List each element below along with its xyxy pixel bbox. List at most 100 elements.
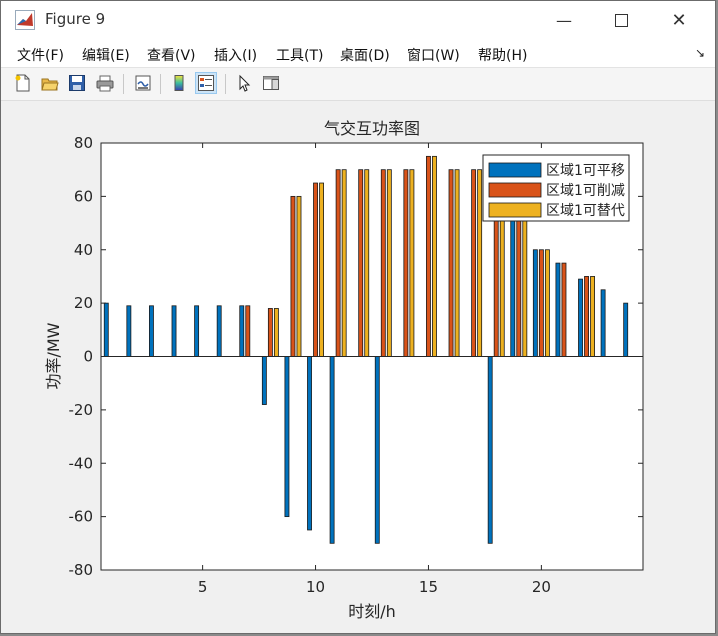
link-plot-button[interactable] [132, 72, 154, 94]
property-editor-button[interactable] [260, 72, 282, 94]
bar-series-2-x13 [380, 169, 386, 357]
bar-chart[interactable]: -80 -60 -40 -20 0 20 40 60 80 5 10 15 20 气交互功率图 时刻/h… [9, 101, 709, 629]
chart-title: 气交互功率图 [324, 119, 420, 138]
pointer-icon [239, 74, 251, 92]
legend-icon [198, 75, 214, 91]
figure-canvas: -80 -60 -40 -20 0 20 40 60 80 5 10 15 20 气交互功率图 时刻/h… [9, 101, 709, 629]
open-file-icon [41, 78, 59, 91]
y-tick-label: 40 [74, 241, 93, 259]
bar-series-3-x10 [319, 182, 324, 357]
bar-series-1-x7 [239, 305, 245, 357]
matlab-logo-icon [15, 10, 35, 30]
bar-series-1-x8 [261, 356, 267, 405]
new-figure-icon [15, 74, 30, 92]
open-file-button[interactable] [39, 72, 61, 94]
bar-series-2-x7 [245, 305, 251, 357]
legend-swatch-1 [488, 162, 542, 178]
y-tick-label: -60 [69, 508, 94, 526]
x-tick-label: 5 [198, 578, 208, 596]
bar-series-1-x10 [307, 356, 312, 531]
y-tick-label: -80 [69, 561, 94, 579]
maximize-button[interactable] [598, 1, 644, 39]
bar-series-1-x21 [555, 262, 561, 357]
close-button[interactable]: ✕ [656, 1, 702, 39]
menu-view[interactable]: 查看(V) [147, 45, 196, 65]
minimize-button[interactable]: — [541, 1, 587, 39]
toolbar-separator [225, 74, 226, 94]
legend-label-1: 区域1可平移 [546, 163, 625, 179]
bar-series-1-x18 [487, 356, 493, 544]
bar-series-2-x12 [358, 169, 364, 357]
bar-series-3-x13 [386, 169, 392, 357]
close-icon: ✕ [671, 9, 687, 31]
bar-series-3-x12 [364, 169, 370, 357]
save-button[interactable] [66, 72, 88, 94]
bar-series-3-x9 [296, 195, 302, 357]
bar-series-1-x5 [194, 305, 200, 357]
bar-series-1-x13 [374, 356, 380, 544]
window-title: Figure 9 [45, 10, 106, 28]
menu-file[interactable]: 文件(F) [17, 45, 64, 65]
bar-series-2-x20 [538, 249, 544, 357]
toolbar [1, 68, 715, 101]
new-figure-button[interactable] [12, 72, 34, 94]
bar-series-1-x4 [171, 305, 177, 357]
menu-desktop[interactable]: 桌面(D) [340, 45, 390, 65]
bar-series-3-x17 [477, 169, 483, 357]
y-tick-label: -20 [69, 401, 94, 419]
bar-series-2-x21 [561, 262, 567, 357]
colorbar-icon [174, 75, 184, 91]
bar-series-2-x16 [448, 169, 454, 357]
bar-series-1-x24 [623, 302, 629, 357]
toolbar-separator [160, 74, 161, 94]
x-axis-label: 时刻/h [348, 602, 396, 621]
menu-insert[interactable]: 插入(I) [214, 45, 257, 65]
bar-series-3-x11 [341, 169, 347, 357]
legend-label-2: 区域1可削减 [546, 183, 625, 199]
bar-series-1-x23 [600, 289, 606, 357]
bar-series-2-x11 [335, 169, 341, 357]
toolbar-separator [123, 74, 124, 94]
y-tick-label: 20 [74, 294, 93, 312]
bar-series-1-x3 [149, 305, 154, 357]
bar-series-3-x20 [544, 249, 550, 357]
title-bar[interactable]: Figure 9 — ✕ [1, 1, 715, 39]
print-icon [96, 75, 114, 92]
menu-help[interactable]: 帮助(H) [478, 45, 527, 65]
bar-series-1-x6 [216, 305, 222, 357]
bar-series-1-x22 [578, 278, 583, 357]
legend-button[interactable] [195, 72, 217, 94]
bar-series-1-x11 [329, 356, 335, 544]
x-tick-label: 15 [419, 578, 438, 596]
bar-series-2-x8 [267, 308, 273, 357]
legend-label-3: 区域1可替代 [546, 203, 625, 219]
bar-series-1-x9 [284, 356, 290, 518]
bar-series-2-x9 [290, 195, 296, 357]
bar-series-3-x19 [522, 209, 528, 357]
y-tick-label: 60 [74, 187, 93, 205]
legend[interactable]: 区域1可平移区域1可削减区域1可替代 [482, 154, 630, 222]
bar-series-3-x8 [273, 308, 279, 357]
y-tick-label: -40 [69, 454, 94, 472]
bar-series-2-x19 [516, 209, 522, 357]
link-plot-icon [135, 75, 151, 91]
colorbar-button[interactable] [168, 72, 190, 94]
figure-window: Figure 9 — ✕ 文件(F) 编辑(E) 查看(V) 插入(I) 工具(… [0, 0, 716, 634]
legend-swatch-2 [488, 182, 542, 198]
bar-series-2-x14 [403, 169, 409, 357]
y-axis-label: 功率/MW [44, 322, 63, 389]
bar-series-1-x20 [532, 249, 538, 357]
y-tick-label: 0 [83, 348, 93, 366]
bar-series-2-x17 [471, 169, 477, 357]
print-button[interactable] [94, 72, 116, 94]
menu-edit[interactable]: 编辑(E) [82, 45, 130, 65]
pointer-button[interactable] [233, 72, 255, 94]
x-tick-label: 10 [306, 578, 325, 596]
menu-overflow-icon[interactable]: ↘ [695, 46, 705, 60]
bar-series-2-x15 [426, 155, 431, 357]
x-tick-label: 20 [532, 578, 551, 596]
legend-swatch-3 [488, 202, 542, 218]
minimize-icon: — [556, 10, 572, 30]
menu-tools[interactable]: 工具(T) [276, 45, 323, 65]
menu-window[interactable]: 窗口(W) [407, 45, 460, 65]
